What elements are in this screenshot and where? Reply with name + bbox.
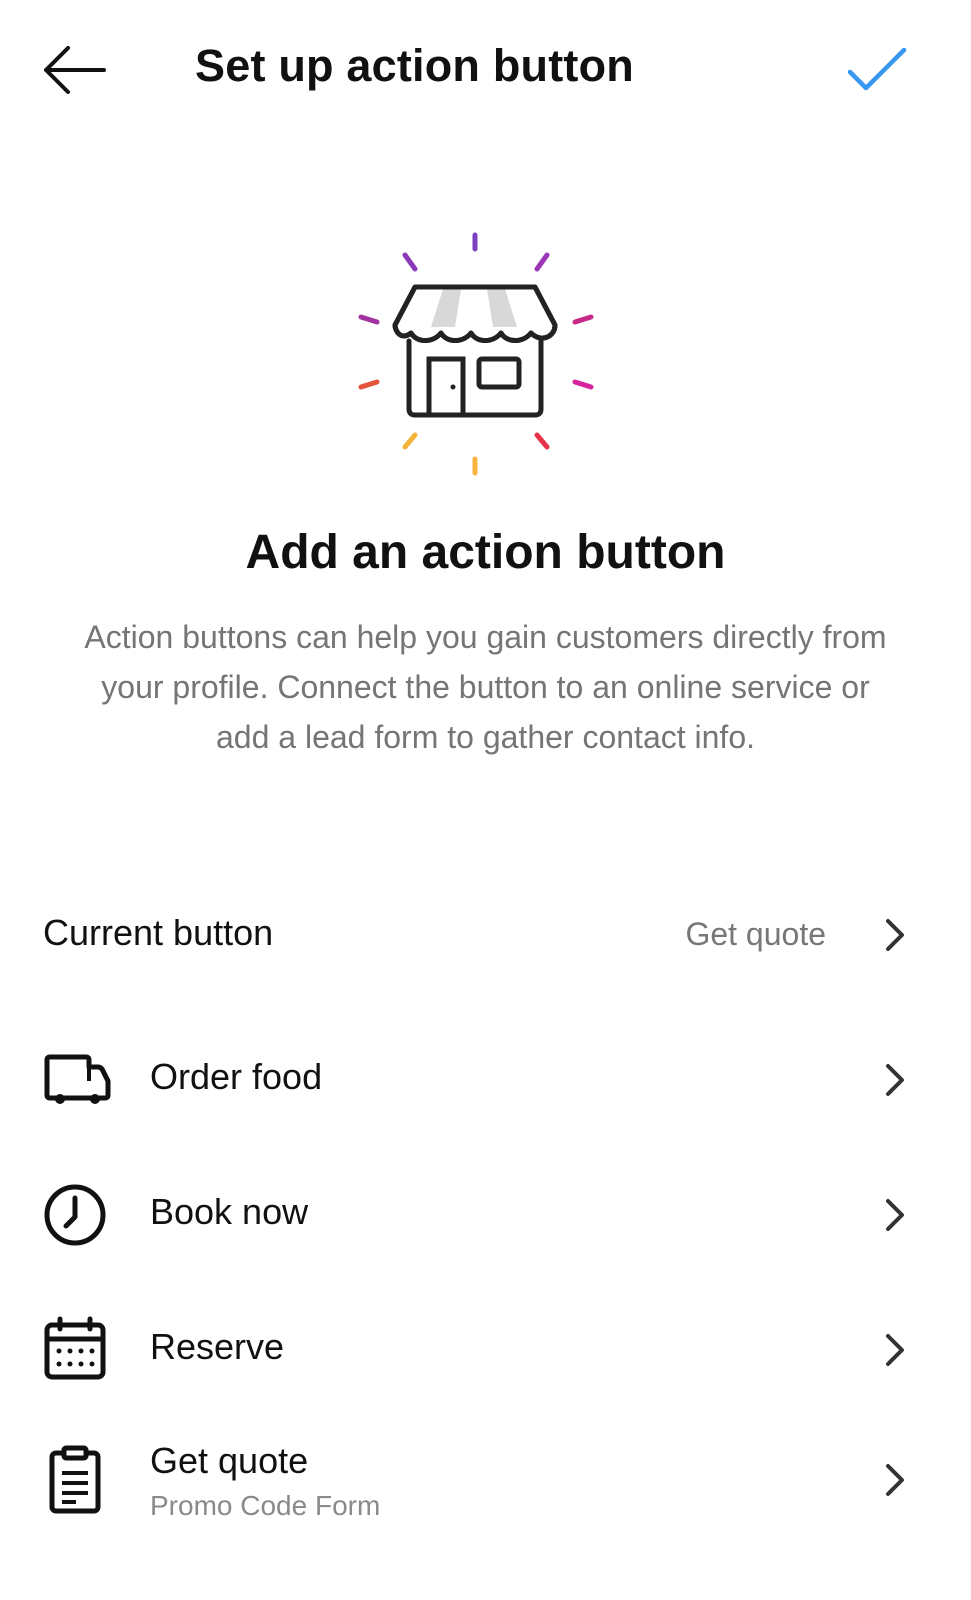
chevron-right-icon [886,1464,904,1496]
option-order-food[interactable]: Order food [0,1040,971,1120]
current-button-row[interactable]: Current button Get quote [0,900,971,970]
storefront-icon [355,225,615,495]
option-reserve[interactable]: Reserve [0,1310,971,1390]
done-button[interactable] [840,38,912,102]
top-app-bar: Set up action button [0,0,971,140]
current-button-label: Current button [43,912,274,953]
clipboard-form-icon [49,1445,101,1514]
clock-icon [44,1184,106,1246]
delivery-truck-icon [44,1054,111,1104]
calendar-icon [44,1316,106,1380]
chevron-right-icon [886,1064,904,1096]
page-title: Set up action button [195,40,634,91]
option-label: Reserve [150,1326,285,1367]
back-button[interactable] [38,38,110,102]
current-button-value: Get quote [685,916,826,952]
chevron-right-icon [886,919,904,951]
chevron-right-icon [886,1199,904,1231]
hero-title: Add an action button [245,526,726,579]
arrow-left-icon [44,46,106,94]
hero-description: Action buttons can help you gain custome… [84,619,887,755]
option-book-now[interactable]: Book now [0,1175,971,1255]
checkmark-icon [847,47,907,91]
option-label: Get quote [150,1440,309,1481]
option-label: Book now [150,1191,309,1232]
chevron-right-icon [886,1334,904,1366]
option-label: Order food [150,1056,323,1097]
option-get-quote[interactable]: Get quote Promo Code Form [0,1430,971,1540]
option-sublabel: Promo Code Form [150,1490,381,1521]
